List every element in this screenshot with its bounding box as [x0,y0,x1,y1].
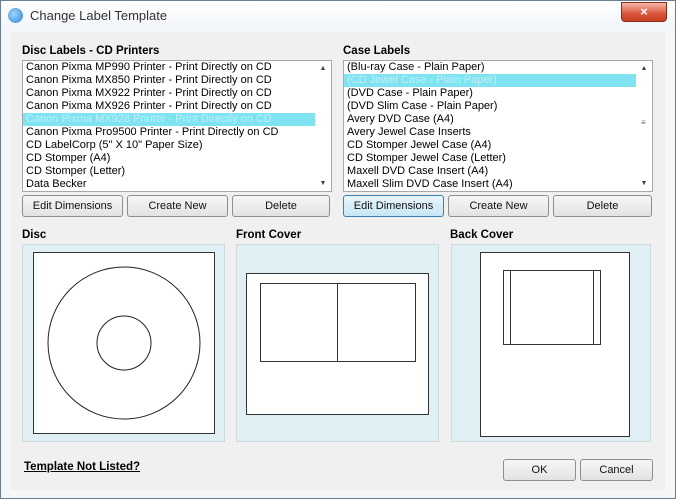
scroll-down-icon[interactable]: ▼ [636,178,652,189]
dialog-content: Disc Labels - CD Printers Canon Pixma MP… [11,32,665,490]
disc-inner-circle [96,315,152,371]
list-item[interactable]: (Blu-ray Case - Plain Paper) [347,61,652,74]
disc-preview [22,244,225,442]
template-not-listed-link[interactable]: Template Not Listed? [24,461,140,473]
list-item[interactable]: CD LabelCorp (5" X 10" Paper Size) [26,139,331,152]
disc-list-scrollbar[interactable]: ▲ ▼ [315,61,331,191]
list-item[interactable]: Avery Jewel Case Inserts [347,126,652,139]
cancel-button[interactable]: Cancel [580,459,653,481]
list-item[interactable]: CD Stomper Jewel Case (Letter) [347,152,652,165]
case-create-new-button[interactable]: Create New [448,195,549,217]
disc-labels-list[interactable]: Canon Pixma MP990 Printer - Print Direct… [22,60,332,192]
back-cover-sheet [480,252,630,437]
list-item[interactable]: Canon Pixma MX922 Printer - Print Direct… [26,87,331,100]
disc-drawing [47,266,201,420]
scroll-grip-icon[interactable]: ≡ [641,118,647,126]
case-labels-heading: Case Labels [343,45,411,57]
disc-create-new-button[interactable]: Create New [127,195,228,217]
close-button[interactable]: × [621,2,667,22]
disc-outer-circle [47,266,201,420]
front-cover-preview-title: Front Cover [236,229,302,241]
disc-delete-button[interactable]: Delete [232,195,330,217]
back-cover-preview-title: Back Cover [450,229,514,241]
back-cover-spine-left [510,271,511,344]
scroll-up-icon[interactable]: ▲ [315,63,331,74]
list-item[interactable]: Canon Pixma MX926 Printer - Print Direct… [26,100,331,113]
case-labels-list[interactable]: (Blu-ray Case - Plain Paper) (CD Jewel Ca… [343,60,653,192]
back-cover-panel [503,270,601,345]
list-item[interactable]: CD Stomper Jewel Case (A4) [347,139,652,152]
title-bar: Change Label Template × [1,1,675,31]
disc-labels-items: Canon Pixma MP990 Printer - Print Direct… [23,61,331,191]
case-edit-dimensions-button[interactable]: Edit Dimensions [343,195,444,217]
list-item[interactable]: CD Stomper (Letter) [26,165,331,178]
back-cover-preview [451,244,651,442]
front-cover-preview [236,244,439,442]
front-cover-panel [260,283,416,362]
ok-button[interactable]: OK [503,459,576,481]
list-item[interactable]: (DVD Case - Plain Paper) [347,87,652,100]
case-labels-items: (Blu-ray Case - Plain Paper) (CD Jewel Ca… [344,61,652,191]
scroll-down-icon[interactable]: ▼ [315,178,331,189]
disc-preview-title: Disc [22,229,47,241]
case-delete-button[interactable]: Delete [553,195,652,217]
disc-labels-heading: Disc Labels - CD Printers [22,45,160,57]
list-item[interactable]: Maxell Slim DVD Case Insert (A4) [347,178,652,191]
list-item[interactable]: Canon Pixma MX850 Printer - Print Direct… [26,74,331,87]
front-cover-sheet [246,273,429,415]
list-item[interactable]: Canon Pixma Pro9500 Printer - Print Dire… [26,126,331,139]
back-cover-spine-right [593,271,594,344]
list-item[interactable]: Avery DVD Case (A4) [347,113,652,126]
list-item[interactable]: CD Stomper (A4) [26,152,331,165]
list-item[interactable]: (CD Jewel Case - Plain Paper) [344,74,652,87]
front-cover-divider [337,284,338,361]
app-icon [8,8,23,23]
disc-sheet [33,252,215,434]
close-icon: × [640,4,648,19]
disc-edit-dimensions-button[interactable]: Edit Dimensions [22,195,123,217]
list-item[interactable]: Maxell DVD Case Insert (A4) [347,165,652,178]
dialog-window: Change Label Template × Disc Labels - CD… [0,0,676,499]
case-list-scrollbar[interactable]: ▲ ≡ ▼ [636,61,652,191]
list-item[interactable]: Data Becker [26,178,331,191]
list-item[interactable]: Canon Pixma MX928 Printer - Print Direct… [23,113,331,126]
scroll-up-icon[interactable]: ▲ [636,63,652,74]
list-item[interactable]: (DVD Slim Case - Plain Paper) [347,100,652,113]
list-item[interactable]: Canon Pixma MP990 Printer - Print Direct… [26,61,331,74]
window-title: Change Label Template [30,8,168,23]
